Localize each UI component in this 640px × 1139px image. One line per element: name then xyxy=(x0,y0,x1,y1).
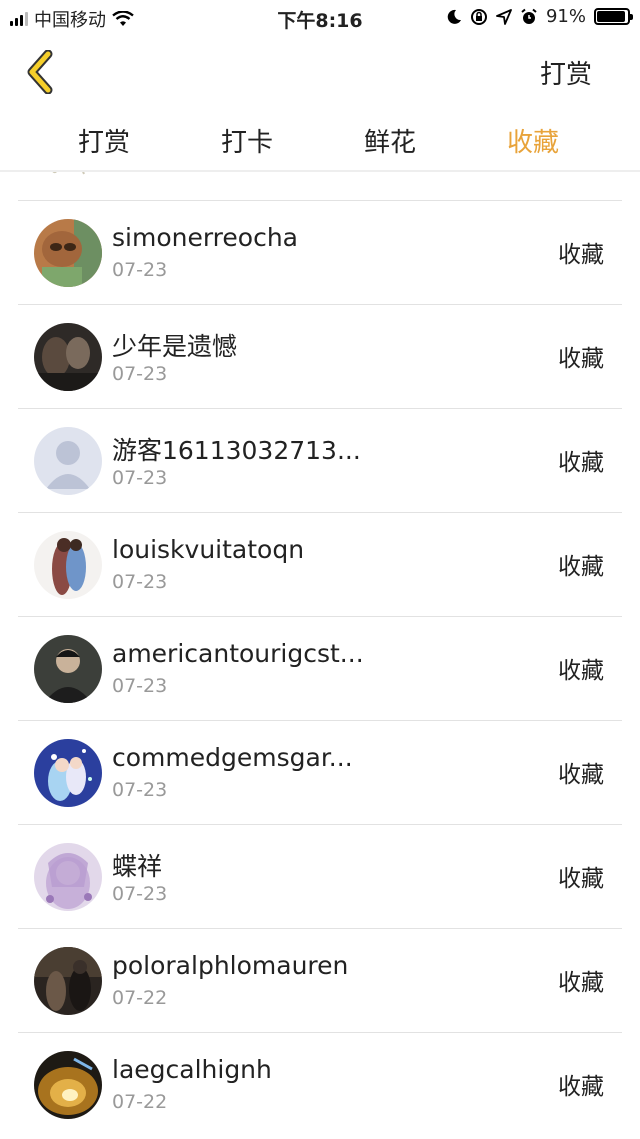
list-item[interactable]: commedgemsgar... 07-23 收藏 xyxy=(18,720,622,825)
list-item-username: poloralphlomauren xyxy=(112,951,349,980)
rotation-lock-icon xyxy=(470,8,487,25)
battery-percent: 91% xyxy=(545,6,586,27)
list-item-date: 07-23 xyxy=(112,779,168,801)
list-item-date: 07-23 xyxy=(112,467,168,489)
list-item[interactable]: 蝶祥 07-23 收藏 xyxy=(18,824,622,929)
list-item-date: 07-23 xyxy=(112,363,168,385)
list-item-date: 07-23 xyxy=(112,675,168,697)
favorites-list: 07-23 simonerreocha 07-23 收藏 xyxy=(0,172,640,1139)
list-item-date: 07-23 xyxy=(112,259,168,281)
list-item-username: americantourigcst... xyxy=(112,639,364,668)
list-item-date: 07-22 xyxy=(112,987,168,1009)
avatar xyxy=(34,427,102,495)
list-item-action: 收藏 xyxy=(558,1074,604,1100)
list-item-username: simonerreocha xyxy=(112,223,298,252)
list-item-date: 07-23 xyxy=(112,883,168,905)
list-item-partial[interactable]: 07-23 xyxy=(18,172,622,200)
status-right: 91% xyxy=(446,6,633,27)
list-item[interactable]: simonerreocha 07-23 收藏 xyxy=(18,200,622,305)
avatar xyxy=(34,947,102,1015)
list-item[interactable]: americantourigcst... 07-23 收藏 xyxy=(18,616,622,721)
location-icon xyxy=(496,8,512,25)
moon-icon xyxy=(447,9,461,24)
list-item-username: 游客16113032713... xyxy=(112,436,361,465)
tab-flowers[interactable]: 鲜花 xyxy=(364,122,416,159)
list-item-username: louiskvuitatoqn xyxy=(112,535,305,564)
list-item-action: 收藏 xyxy=(558,866,604,892)
list-item-action: 收藏 xyxy=(558,450,604,476)
list-item[interactable]: louiskvuitatoqn 07-23 收藏 xyxy=(18,512,622,617)
avatar xyxy=(34,1051,102,1119)
status-bar: 中国移动 下午8:16 91% xyxy=(0,0,640,36)
list-item-action: 收藏 xyxy=(558,554,604,580)
list-item-username: 少年是遗憾 xyxy=(112,332,238,361)
list-item[interactable]: laegcalhignh 07-22 收藏 xyxy=(18,1032,622,1137)
back-arrow-icon xyxy=(27,49,53,95)
list-item[interactable]: poloralphlomauren 07-22 收藏 xyxy=(18,928,622,1033)
alarm-icon xyxy=(521,8,537,24)
tab-bar: 打赏 打卡 鲜花 收藏 xyxy=(0,112,640,170)
list-item-date: 07-22 xyxy=(112,1091,168,1113)
battery-icon xyxy=(594,8,633,25)
tab-checkin[interactable]: 打卡 xyxy=(221,122,273,159)
list-item-username: laegcalhignh xyxy=(112,1055,272,1084)
avatar xyxy=(34,739,102,807)
list-item-action: 收藏 xyxy=(558,658,604,684)
avatar xyxy=(40,172,100,182)
tab-reward[interactable]: 打赏 xyxy=(78,122,130,159)
list-item-username: commedgemsgar... xyxy=(112,743,353,772)
avatar xyxy=(34,219,102,287)
list-item-date: 07-23 xyxy=(112,571,168,593)
list-item-username: 蝶祥 xyxy=(112,852,163,881)
avatar xyxy=(34,323,102,391)
list-item-action: 收藏 xyxy=(558,762,604,788)
avatar xyxy=(34,531,102,599)
list-item[interactable]: 游客16113032713... 07-23 收藏 xyxy=(18,408,622,513)
nav-bar: 打赏 xyxy=(0,40,640,104)
back-button[interactable] xyxy=(22,49,62,95)
list-item-action: 收藏 xyxy=(558,242,604,268)
avatar xyxy=(34,843,102,911)
list-item[interactable]: 少年是遗憾 07-23 收藏 xyxy=(18,304,622,409)
avatar xyxy=(34,635,102,703)
tab-favorites[interactable]: 收藏 xyxy=(507,122,559,159)
list-item-action: 收藏 xyxy=(558,970,604,996)
reward-button[interactable]: 打赏 xyxy=(540,54,592,91)
list-item-action: 收藏 xyxy=(558,346,604,372)
